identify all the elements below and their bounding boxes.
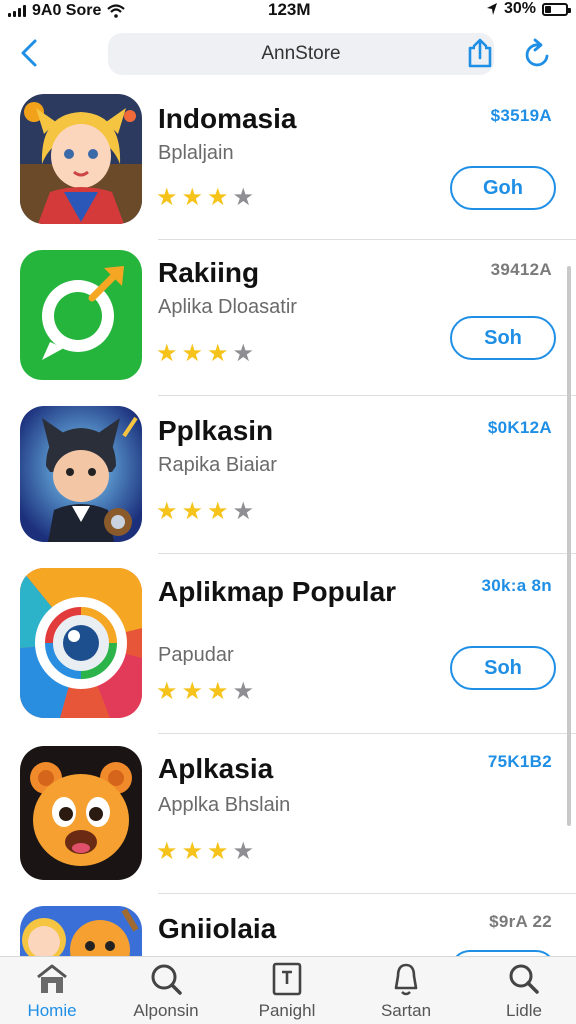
tab-label: Alponsin	[133, 1001, 199, 1020]
star-icon: ★	[207, 340, 229, 367]
tab-label: Panighl	[258, 1001, 316, 1020]
rating-stars: ★ ★ ★ ★	[156, 840, 254, 864]
rating-stars: ★ ★ ★ ★	[156, 680, 254, 704]
star-icon: ★	[181, 838, 204, 865]
clock: 123M	[268, 0, 311, 19]
bear-face-icon[interactable]	[20, 746, 142, 880]
star-icon: ★	[232, 340, 255, 367]
nav-bar: AnnStore	[0, 28, 576, 78]
app-price: 75K1B2	[487, 752, 552, 771]
app-row[interactable]: Aplikmap Popular Papudar ★ ★ ★ ★ 30k:a 8n S…	[0, 554, 576, 734]
star-icon: ★	[181, 340, 204, 367]
status-bar: 9A0 Sore 123M 30%	[0, 0, 576, 22]
star-icon: ★	[207, 678, 229, 705]
battery-icon	[542, 2, 571, 16]
star-icon: ★	[156, 838, 178, 865]
location-arrow-icon	[486, 3, 497, 15]
get-button[interactable]: Soh	[450, 646, 556, 690]
star-icon: ★	[232, 184, 255, 211]
tab-label: Homie	[27, 1001, 77, 1020]
refresh-icon	[525, 38, 549, 67]
app-name[interactable]: Rakiing	[158, 256, 418, 290]
carrier-label: 9A0 Sore	[32, 2, 102, 19]
camera-lens-icon[interactable]	[20, 568, 142, 718]
star-icon: ★	[232, 838, 255, 865]
share-icon	[468, 38, 492, 68]
rating-stars: ★ ★ ★ ★	[156, 342, 254, 366]
signal-icon	[8, 5, 26, 17]
wifi-icon	[107, 4, 126, 18]
tab-lidle[interactable]: Lidle	[469, 961, 576, 1023]
status-right: 30%	[486, 0, 571, 18]
magnifier-icon	[506, 961, 542, 997]
star-icon: ★	[156, 340, 178, 367]
get-button[interactable]: Soh	[450, 316, 556, 360]
star-icon: ★	[156, 498, 178, 525]
app-name[interactable]: Aplkasia	[158, 752, 418, 786]
scroll-indicator[interactable]	[567, 266, 571, 826]
tab-alponsin[interactable]: Alponsin	[111, 961, 221, 1023]
app-price: 30k:a 8n	[481, 576, 552, 595]
app-row[interactable]: Indomasia Bplaljain ★ ★ ★ ★ $3519A Goh	[0, 80, 576, 240]
app-name[interactable]: Pplkasin	[158, 414, 418, 448]
rating-stars: ★ ★ ★ ★	[156, 500, 254, 524]
app-row[interactable]: Pplkasin Rapika Biaiar ★ ★ ★ ★ $0K12A	[0, 396, 576, 554]
app-subtitle: Rapika Biaiar	[158, 454, 277, 476]
app-price: 39412A	[490, 260, 552, 279]
app-list: Indomasia Bplaljain ★ ★ ★ ★ $3519A Goh Raki…	[0, 80, 576, 956]
star-icon: ★	[232, 498, 255, 525]
star-icon: ★	[232, 678, 255, 705]
app-row[interactable]: Rakiing Aplika Dloasatir ★ ★ ★ ★ 39412A Soh	[0, 240, 576, 396]
star-icon: ★	[156, 184, 178, 211]
app-subtitle: Applka Bhslain	[158, 794, 291, 816]
star-icon: ★	[207, 498, 229, 525]
address-bar[interactable]: AnnStore	[108, 33, 494, 75]
app-price: $3519A	[490, 106, 552, 125]
status-left: 9A0 Sore	[8, 2, 126, 20]
tab-sartan[interactable]: Sartan	[351, 961, 461, 1023]
app-name[interactable]: Aplikmap Popular	[158, 574, 418, 610]
tab-label: Sartan	[380, 1001, 432, 1020]
chat-bubble-arrow-icon[interactable]	[20, 250, 142, 380]
tab-home[interactable]: Homie	[0, 961, 107, 1023]
cat-mask-hero-icon[interactable]	[20, 406, 142, 542]
store-title: AnnStore	[261, 43, 341, 64]
app-subtitle: Aplika Dloasatir	[158, 296, 297, 318]
star-icon: ★	[181, 678, 204, 705]
app-subtitle: Bplaljain	[158, 142, 234, 164]
app-name[interactable]: Indomasia	[158, 102, 418, 136]
app-price: $9rA 22	[489, 912, 552, 931]
tab-panighl[interactable]: Panighl	[232, 961, 342, 1023]
bell-icon	[388, 961, 424, 997]
warrior-girl-game-icon[interactable]	[20, 94, 142, 224]
star-icon: ★	[181, 498, 204, 525]
home-icon	[34, 961, 70, 997]
chevron-left-icon	[21, 39, 37, 67]
app-subtitle: Papudar	[158, 644, 234, 666]
tab-label: Lidle	[506, 1001, 542, 1020]
share-button[interactable]	[464, 36, 496, 70]
star-icon: ★	[156, 678, 178, 705]
get-button[interactable]: Goh	[450, 166, 556, 210]
star-icon: ★	[207, 184, 229, 211]
app-price: $0K12A	[487, 418, 552, 437]
document-icon	[269, 961, 305, 997]
app-row[interactable]: Gniiolaia $9rA 22	[0, 894, 576, 956]
rating-stars: ★ ★ ★ ★	[156, 186, 254, 210]
app-row[interactable]: Aplkasia Applka Bhslain ★ ★ ★ ★ 75K1B2	[0, 734, 576, 894]
search-icon	[148, 961, 184, 997]
cartoon-characters-icon[interactable]	[20, 906, 142, 956]
battery-percent: 30%	[503, 0, 536, 17]
star-icon: ★	[181, 184, 204, 211]
refresh-button[interactable]	[520, 36, 556, 72]
app-name[interactable]: Gniiolaia	[158, 912, 418, 946]
back-button[interactable]	[12, 36, 46, 70]
star-icon: ★	[207, 838, 229, 865]
tab-bar: Homie Alponsin Panighl Sartan Lidle	[0, 956, 576, 1024]
